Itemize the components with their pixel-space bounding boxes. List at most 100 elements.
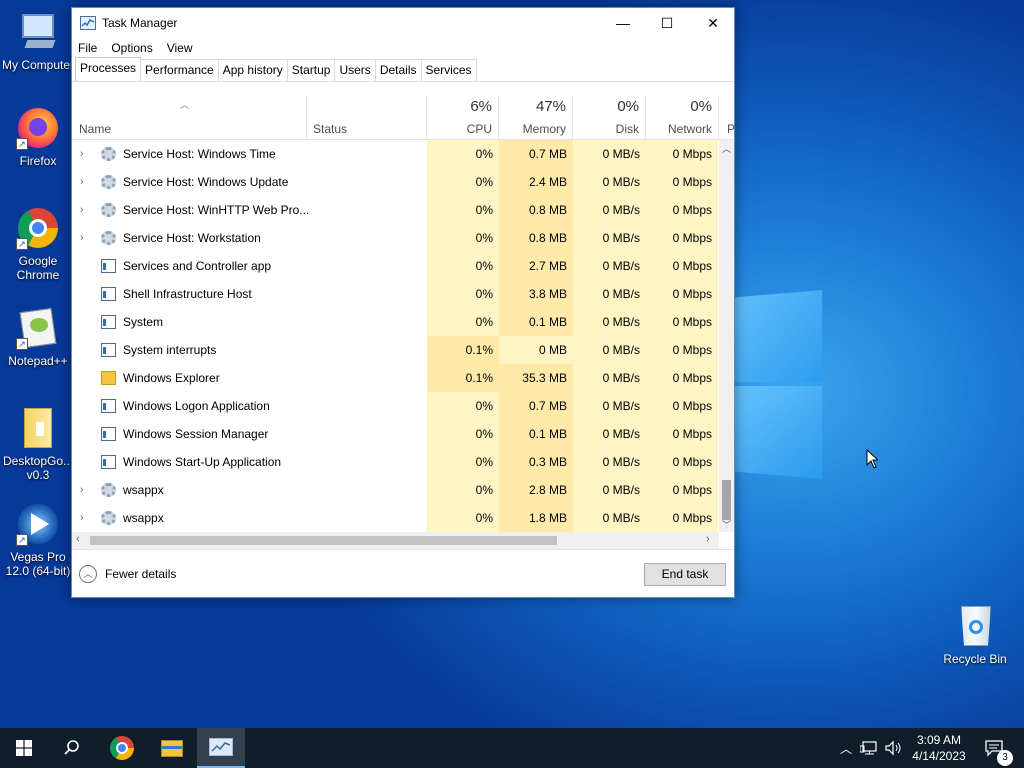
- column-header-network[interactable]: 0% Network: [646, 96, 719, 140]
- minimize-button[interactable]: —: [600, 8, 646, 38]
- expand-chevron-icon[interactable]: ›: [80, 224, 90, 252]
- column-header-memory[interactable]: 47% Memory: [499, 96, 573, 140]
- table-row[interactable]: Windows Session Manager 0% 0.1 MB 0 MB/s 0 M…: [72, 420, 718, 448]
- gear-icon: [101, 483, 116, 497]
- desktop-icon-notepad-plus-plus[interactable]: ↗ Notepad++: [0, 306, 76, 368]
- desktop-icon-label: Google Chrome: [16, 254, 60, 282]
- chevron-up-circle-icon: ︿: [79, 565, 97, 583]
- expand-chevron-icon[interactable]: ›: [80, 196, 90, 224]
- process-disk: 0 MB/s: [573, 252, 646, 280]
- table-row[interactable]: Shell Infrastructure Host 0% 3.8 MB 0 MB/s 0…: [72, 280, 718, 308]
- taskbar-task-manager-button[interactable]: [197, 728, 245, 768]
- desktop-icon-desktopgo[interactable]: DesktopGo... v0.3: [0, 406, 76, 482]
- process-disk: 0 MB/s: [573, 420, 646, 448]
- start-button[interactable]: [0, 728, 48, 768]
- process-disk: 0 MB/s: [573, 224, 646, 252]
- column-header-status[interactable]: Status: [307, 96, 427, 140]
- horizontal-scrollbar[interactable]: ‹ ›: [72, 532, 719, 549]
- horizontal-scroll-thumb[interactable]: [90, 536, 557, 545]
- desktop-icon-google-chrome[interactable]: ↗ Google Chrome: [0, 206, 76, 282]
- scroll-left-icon[interactable]: ‹: [76, 533, 80, 545]
- table-row[interactable]: › Service Host: Windows Time 0% 0.7 MB 0 MB/…: [72, 140, 718, 168]
- system-tray: ︿: [836, 728, 904, 768]
- maximize-button[interactable]: ☐: [644, 8, 690, 38]
- table-row[interactable]: › Service Host: Windows Update 0% 2.4 MB 0 M…: [72, 168, 718, 196]
- scroll-up-icon[interactable]: ︿: [722, 142, 731, 155]
- notification-count-badge: 3: [997, 750, 1013, 766]
- expand-chevron-icon[interactable]: ›: [80, 168, 90, 196]
- table-row[interactable]: › Service Host: Workstation 0% 0.8 MB 0 MB/s…: [72, 224, 718, 252]
- volume-icon[interactable]: [884, 740, 904, 756]
- fewer-details-button[interactable]: ︿ Fewer details: [79, 565, 176, 583]
- menu-view[interactable]: View: [167, 41, 193, 55]
- tab-services[interactable]: Services: [420, 59, 477, 81]
- menu-file[interactable]: File: [78, 41, 97, 55]
- expand-chevron-icon[interactable]: ›: [80, 140, 90, 168]
- scroll-right-icon[interactable]: ›: [706, 533, 710, 545]
- expand-chevron-icon[interactable]: ›: [80, 504, 90, 532]
- process-name: Windows Session Manager: [123, 427, 269, 441]
- process-memory: 2.8 MB: [499, 476, 573, 504]
- process-name: Service Host: Workstation: [123, 231, 261, 245]
- process-cpu: 0%: [427, 252, 499, 280]
- tab-app-history[interactable]: App history: [217, 59, 288, 81]
- process-name: Services and Controller app: [123, 259, 272, 273]
- action-center-button[interactable]: 3: [978, 728, 1018, 768]
- table-row[interactable]: System interrupts 0.1% 0 MB 0 MB/s 0 Mbps: [72, 336, 718, 364]
- process-memory: 2.4 MB: [499, 168, 573, 196]
- clock[interactable]: 3:09 AM 4/14/2023: [906, 732, 972, 764]
- tab-performance[interactable]: Performance: [140, 59, 219, 81]
- taskbar-file-explorer-button[interactable]: [148, 728, 196, 768]
- process-memory: 0.8 MB: [499, 224, 573, 252]
- process-memory: 0.7 MB: [499, 140, 573, 168]
- show-hidden-icons-chevron-icon[interactable]: ︿: [836, 740, 856, 757]
- app-window-icon: [101, 427, 116, 441]
- desktop-icon-vegas-pro[interactable]: ↗ Vegas Pro 12.0 (64-bit): [0, 502, 76, 578]
- vertical-scroll-thumb[interactable]: [722, 480, 731, 520]
- windows-logo-icon: [16, 740, 32, 756]
- scroll-down-icon[interactable]: ﹀: [722, 518, 731, 531]
- process-network: 0 Mbps: [646, 392, 718, 420]
- process-network: 0 Mbps: [646, 448, 718, 476]
- tab-startup[interactable]: Startup: [286, 59, 336, 81]
- title-bar[interactable]: Task Manager — ☐ ✕: [72, 8, 734, 38]
- table-row[interactable]: › wsappx 0% 2.8 MB 0 MB/s 0 Mbps: [72, 476, 718, 504]
- table-row[interactable]: › wsappx 0% 1.8 MB 0 MB/s 0 Mbps: [72, 504, 718, 532]
- taskbar-chrome-button[interactable]: [98, 728, 146, 768]
- table-row[interactable]: Services and Controller app 0% 2.7 MB 0 MB/…: [72, 252, 718, 280]
- column-header-disk[interactable]: 0% Disk: [573, 96, 646, 140]
- process-status: [307, 168, 427, 196]
- recycle-bin-icon: [953, 604, 997, 648]
- column-header-row: ︿ Name Status 6% CPU 47% Memory 0% Disk …: [72, 96, 735, 140]
- column-header-name[interactable]: ︿ Name: [72, 96, 307, 140]
- folder-icon: [101, 371, 116, 385]
- table-row[interactable]: System 0% 0.1 MB 0 MB/s 0 Mbps: [72, 308, 718, 336]
- process-memory: 2.7 MB: [499, 252, 573, 280]
- end-task-button[interactable]: End task: [644, 563, 726, 586]
- tab-users[interactable]: Users: [334, 59, 376, 81]
- desktop-icon-recycle-bin[interactable]: Recycle Bin: [937, 604, 1013, 666]
- table-row[interactable]: › Service Host: WinHTTP Web Pro... 0% 0.8 M…: [72, 196, 718, 224]
- table-row[interactable]: Windows Start-Up Application 0% 0.3 MB 0 MB…: [72, 448, 718, 476]
- column-header-cpu[interactable]: 6% CPU: [427, 96, 499, 140]
- process-network: 0 Mbps: [646, 252, 718, 280]
- process-status: [307, 336, 427, 364]
- search-button[interactable]: [48, 728, 96, 768]
- desktop-icon-my-computer[interactable]: My Computer: [0, 10, 76, 72]
- task-manager-icon: [80, 16, 96, 30]
- tab-details[interactable]: Details: [374, 59, 422, 81]
- table-row[interactable]: Windows Explorer 0.1% 35.3 MB 0 MB/s 0 Mbps: [72, 364, 718, 392]
- table-row[interactable]: Windows Logon Application 0% 0.7 MB 0 MB/s 0…: [72, 392, 718, 420]
- menu-options[interactable]: Options: [111, 41, 152, 55]
- close-button[interactable]: ✕: [690, 8, 736, 38]
- process-memory: 0.1 MB: [499, 420, 573, 448]
- column-header-power[interactable]: P: [719, 96, 735, 140]
- footer-bar: ︿ Fewer details End task: [72, 549, 734, 598]
- shortcut-arrow-icon: ↗: [16, 238, 28, 250]
- expand-chevron-icon[interactable]: ›: [80, 476, 90, 504]
- vertical-scrollbar[interactable]: ︿ ﹀: [719, 140, 734, 532]
- network-icon[interactable]: [860, 740, 880, 756]
- desktop-icon-firefox[interactable]: ↗ Firefox: [0, 106, 76, 168]
- tab-processes[interactable]: Processes: [75, 57, 142, 81]
- process-memory: 35.3 MB: [499, 364, 573, 392]
